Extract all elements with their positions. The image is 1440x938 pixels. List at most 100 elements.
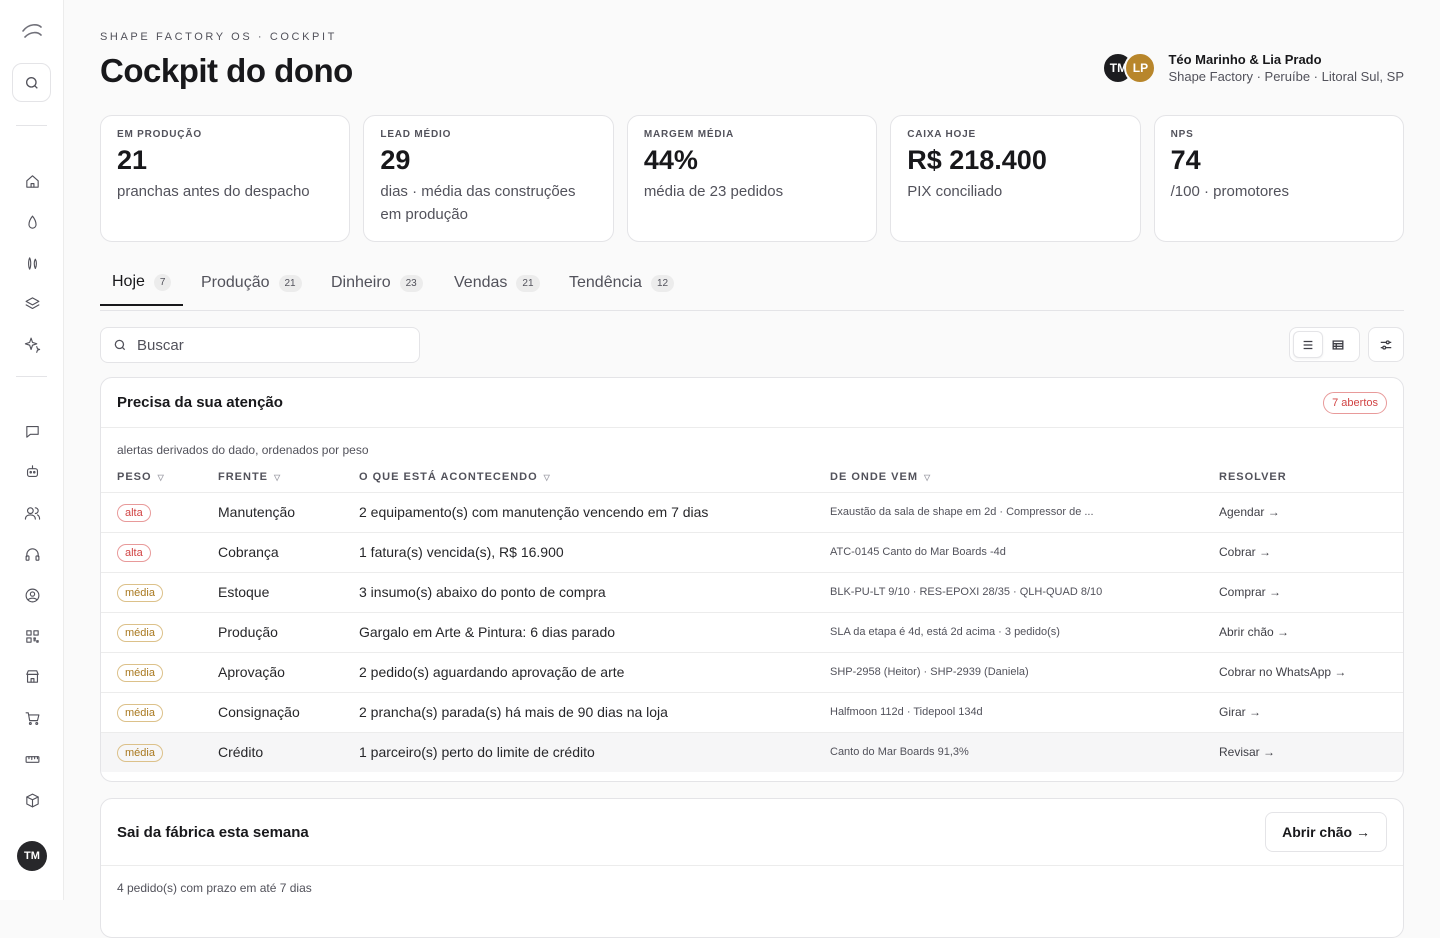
tab-count: 21 [516, 274, 540, 292]
kpi-value: 44% [643, 145, 698, 175]
tab-label: Tendência [569, 274, 642, 291]
tab-label: Produção [201, 274, 270, 291]
kpi-row: EM PRODUÇÃO 21 pranchas antes do despach… [100, 115, 1405, 242]
kpi-value: R$ 218.400 [907, 145, 1047, 175]
tab-bar: Hoje 7 Produção 21 Dinheiro 23 Vendas 21… [100, 260, 1404, 311]
table-row[interactable]: média Consignação 2 prancha(s) parada(s)… [101, 692, 1403, 733]
layers-icon[interactable] [22, 293, 42, 313]
breadcrumb: SHAPE FACTORY OS · COCKPIT [100, 31, 337, 43]
kpi-subtitle: dias · média das construções em produção [380, 183, 576, 223]
status-badge: 7 abertos [1323, 391, 1387, 414]
table-row[interactable]: média Aprovação 2 pedido(s) aguardando a… [101, 652, 1403, 693]
tab-label: Dinheiro [331, 274, 391, 291]
table-cell-what: 3 insumo(s) abaixo do ponto de compra [359, 572, 830, 613]
card-title: Precisa da sua atenção [117, 394, 283, 411]
users-icon[interactable] [22, 503, 42, 523]
box-icon[interactable] [22, 790, 42, 810]
resolve-link[interactable]: Revisar → [1219, 745, 1275, 759]
severity-badge: média [117, 623, 163, 642]
resolve-link[interactable]: Abrir chão → [1219, 625, 1289, 639]
user-name: Téo Marinho & Lia Prado [1168, 52, 1322, 67]
sparkles-icon[interactable] [22, 334, 42, 354]
tab-dinheiro[interactable]: Dinheiro 23 [331, 260, 423, 306]
logo-icon [22, 24, 42, 38]
tab-hoje[interactable]: Hoje 7 [100, 260, 184, 306]
list-view-button[interactable] [1293, 331, 1323, 358]
table-cell-from: ATC-0145 Canto do Mar Boards -4d [830, 532, 1219, 573]
tab-count: 23 [399, 274, 423, 292]
table-cell-frente: Crédito [218, 732, 359, 772]
resolve-link[interactable]: Comprar → [1219, 585, 1281, 599]
resolve-link[interactable]: Cobrar → [1219, 545, 1271, 559]
home-icon[interactable] [22, 171, 42, 191]
search-icon [25, 76, 38, 89]
column-header-resolver: RESOLVER [1219, 463, 1403, 493]
bot-icon[interactable] [22, 461, 42, 481]
table-cell-from: BLK-PU-LT 9/10 · RES-EPOXI 28/35 · QLH-Q… [830, 572, 1219, 613]
tab-count: 12 [650, 274, 675, 292]
ruler-icon[interactable] [22, 749, 42, 769]
column-header-frente[interactable]: FRENTE ▽ [218, 463, 359, 493]
kpi-card-em-producao: EM PRODUÇÃO 21 pranchas antes do despach… [100, 115, 351, 242]
severity-badge: média [117, 583, 163, 602]
kpi-label: MARGEM MÉDIA [643, 129, 734, 140]
card-title: Sai da fábrica esta semana [117, 823, 309, 841]
user-avatar[interactable]: TM [17, 841, 47, 871]
kpi-label: LEAD MÉDIO [380, 129, 452, 140]
column-header-from[interactable]: DE ONDE VEM ▽ [830, 463, 1219, 493]
tab-vendas[interactable]: Vendas 21 [454, 260, 540, 306]
table-row[interactable]: média Estoque 3 insumo(s) abaixo do pont… [101, 572, 1403, 613]
chat-icon[interactable] [22, 421, 42, 441]
shapes-icon[interactable] [22, 253, 42, 273]
kpi-card-caixa-hoje: CAIXA HOJE R$ 218.400 PIX conciliado [890, 115, 1141, 242]
resolve-link[interactable]: Cobrar no WhatsApp → [1219, 665, 1346, 679]
kpi-subtitle: /100 · promotores [1170, 183, 1290, 200]
table-icon [1332, 339, 1344, 350]
tab-tendencia[interactable]: Tendência 12 [569, 260, 675, 306]
attention-card: Precisa da sua atenção 7 abertos alertas… [100, 377, 1404, 782]
kpi-value: 29 [380, 145, 411, 175]
search-input[interactable] [137, 336, 397, 354]
severity-badge: média [117, 743, 163, 762]
headset-icon[interactable] [22, 544, 42, 564]
qr-icon[interactable] [22, 626, 42, 646]
table-cell-what: 2 prancha(s) parada(s) há mais de 90 dia… [359, 692, 830, 733]
kpi-subtitle: PIX conciliado [907, 183, 1003, 200]
table-cell-from: SHP-2958 (Heitor) · SHP-2939 (Daniela) [830, 652, 1219, 693]
user-location: Shape Factory · Peruíbe · Litoral Sul, S… [1168, 69, 1404, 84]
tab-count: 21 [278, 274, 302, 292]
store-icon[interactable] [22, 666, 42, 686]
severity-badge: média [117, 663, 163, 682]
column-header-what[interactable]: O QUE ESTÁ ACONTECENDO ▽ [359, 463, 830, 493]
user-profile[interactable]: TM LP Téo Marinho & Lia Prado Shape Fact… [1102, 52, 1404, 84]
table-cell-frente: Estoque [218, 572, 359, 613]
sidebar-search-button[interactable] [12, 63, 51, 102]
kpi-value: 21 [117, 145, 148, 175]
table-cell-from: SLA da etapa é 4d, está 2d acima · 3 ped… [830, 612, 1219, 653]
column-header-peso[interactable]: PESO ▽ [101, 463, 218, 493]
sidebar-divider [16, 376, 47, 377]
table-row[interactable]: alta Cobrança 1 fatura(s) vencida(s), R$… [101, 532, 1403, 573]
open-floor-button[interactable]: Abrir chão → [1265, 812, 1387, 852]
sliders-icon [1380, 339, 1392, 350]
table-row[interactable]: média Crédito 1 parceiro(s) perto do lim… [101, 732, 1403, 772]
resolve-link[interactable]: Girar → [1219, 705, 1261, 719]
cart-icon[interactable] [22, 708, 42, 728]
search-box [100, 327, 420, 363]
resolve-link[interactable]: Agendar → [1219, 505, 1280, 519]
table-row[interactable]: média Produção Gargalo em Arte & Pintura… [101, 612, 1403, 653]
tab-producao[interactable]: Produção 21 [201, 260, 302, 306]
kpi-label: EM PRODUÇÃO [117, 129, 202, 140]
user-circle-icon[interactable] [22, 585, 42, 605]
avatar: LP [1124, 52, 1157, 84]
table-view-button[interactable] [1323, 331, 1353, 358]
drop-icon[interactable] [22, 212, 42, 232]
column-header-label: FRENTE [218, 471, 268, 484]
filter-button[interactable] [1368, 327, 1404, 362]
kpi-label: NPS [1170, 129, 1194, 140]
kpi-label: CAIXA HOJE [907, 129, 976, 140]
kpi-card-nps: NPS 74 /100 · promotores [1153, 115, 1405, 242]
table-row[interactable]: alta Manutenção 2 equipamento(s) com man… [101, 492, 1403, 533]
table-cell-frente: Consignação [218, 692, 359, 733]
table-cell-frente: Aprovação [218, 652, 359, 693]
